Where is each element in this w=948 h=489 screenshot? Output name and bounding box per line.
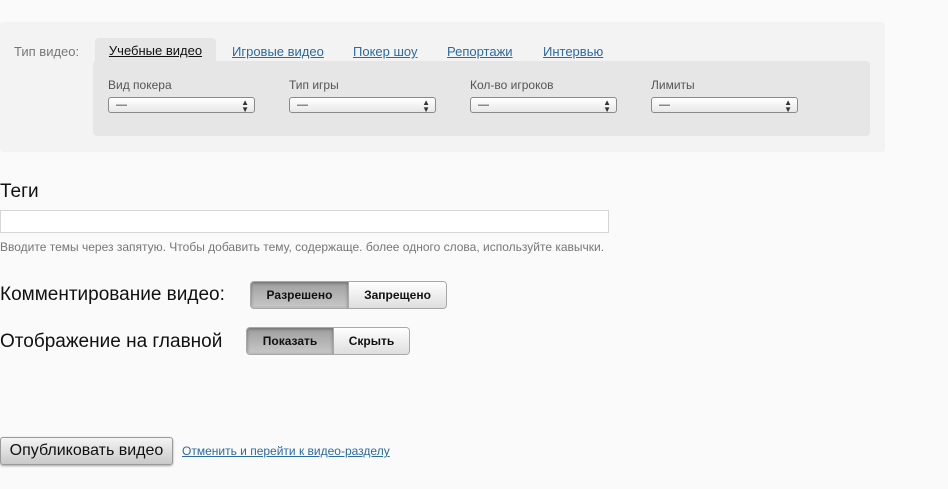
- game-type-select[interactable]: — ▲ ▼: [289, 97, 436, 114]
- homepage-show-button[interactable]: Показать: [247, 328, 333, 354]
- video-filter-panel: Тип видео: Учебные видео Игровые видео П…: [0, 22, 885, 152]
- player-count-filter: Кол-во игроков — ▲ ▼: [470, 78, 619, 114]
- tab-game-video[interactable]: Игровые видео: [232, 44, 324, 59]
- cancel-link[interactable]: Отменить и перейти к видео-разделу: [182, 444, 390, 458]
- homepage-hide-button[interactable]: Скрыть: [333, 328, 409, 354]
- poker-kind-filter: Вид покера — ▲ ▼: [108, 78, 257, 114]
- game-type-filter: Тип игры — ▲ ▼: [289, 78, 438, 114]
- limits-label: Лимиты: [651, 78, 695, 92]
- player-count-value: —: [478, 99, 489, 111]
- poker-kind-label: Вид покера: [108, 78, 172, 92]
- homepage-label: Отображение на главной: [0, 331, 223, 352]
- tab-interviews[interactable]: Интервью: [543, 44, 603, 59]
- comments-allow-button[interactable]: Разрешено: [251, 282, 348, 308]
- homepage-toggle: Показать Скрыть: [246, 327, 410, 355]
- comments-toggle: Разрешено Запрещено: [250, 281, 447, 309]
- subfilter-panel: Вид покера — ▲ ▼ Тип игры — ▲ ▼ Кол-во игр…: [93, 61, 870, 136]
- comments-label: Комментирование видео:: [0, 284, 225, 305]
- tags-hint: Вводите темы через запятую. Чтобы добави…: [0, 240, 605, 254]
- select-arrows-icon: ▲ ▼: [603, 98, 611, 114]
- tab-reports[interactable]: Репортажи: [447, 44, 513, 59]
- game-type-label: Тип игры: [289, 78, 339, 92]
- tab-poker-show[interactable]: Покер шоу: [353, 44, 418, 59]
- publish-video-button[interactable]: Опубликовать видео: [0, 437, 173, 465]
- video-type-label: Тип видео:: [14, 44, 80, 59]
- poker-kind-select[interactable]: — ▲ ▼: [108, 97, 255, 114]
- player-count-select[interactable]: — ▲ ▼: [470, 97, 617, 114]
- select-arrows-icon: ▲ ▼: [784, 98, 792, 114]
- player-count-label: Кол-во игроков: [470, 78, 554, 92]
- poker-kind-value: —: [116, 99, 127, 111]
- tags-heading: Теги: [0, 181, 39, 202]
- limits-select[interactable]: — ▲ ▼: [651, 97, 798, 114]
- game-type-value: —: [297, 99, 308, 111]
- tags-input[interactable]: [0, 210, 609, 233]
- limits-filter: Лимиты — ▲ ▼: [651, 78, 800, 114]
- comments-deny-button[interactable]: Запрещено: [348, 282, 446, 308]
- select-arrows-icon: ▲ ▼: [241, 98, 249, 114]
- select-arrows-icon: ▲ ▼: [422, 98, 430, 114]
- limits-value: —: [659, 99, 670, 111]
